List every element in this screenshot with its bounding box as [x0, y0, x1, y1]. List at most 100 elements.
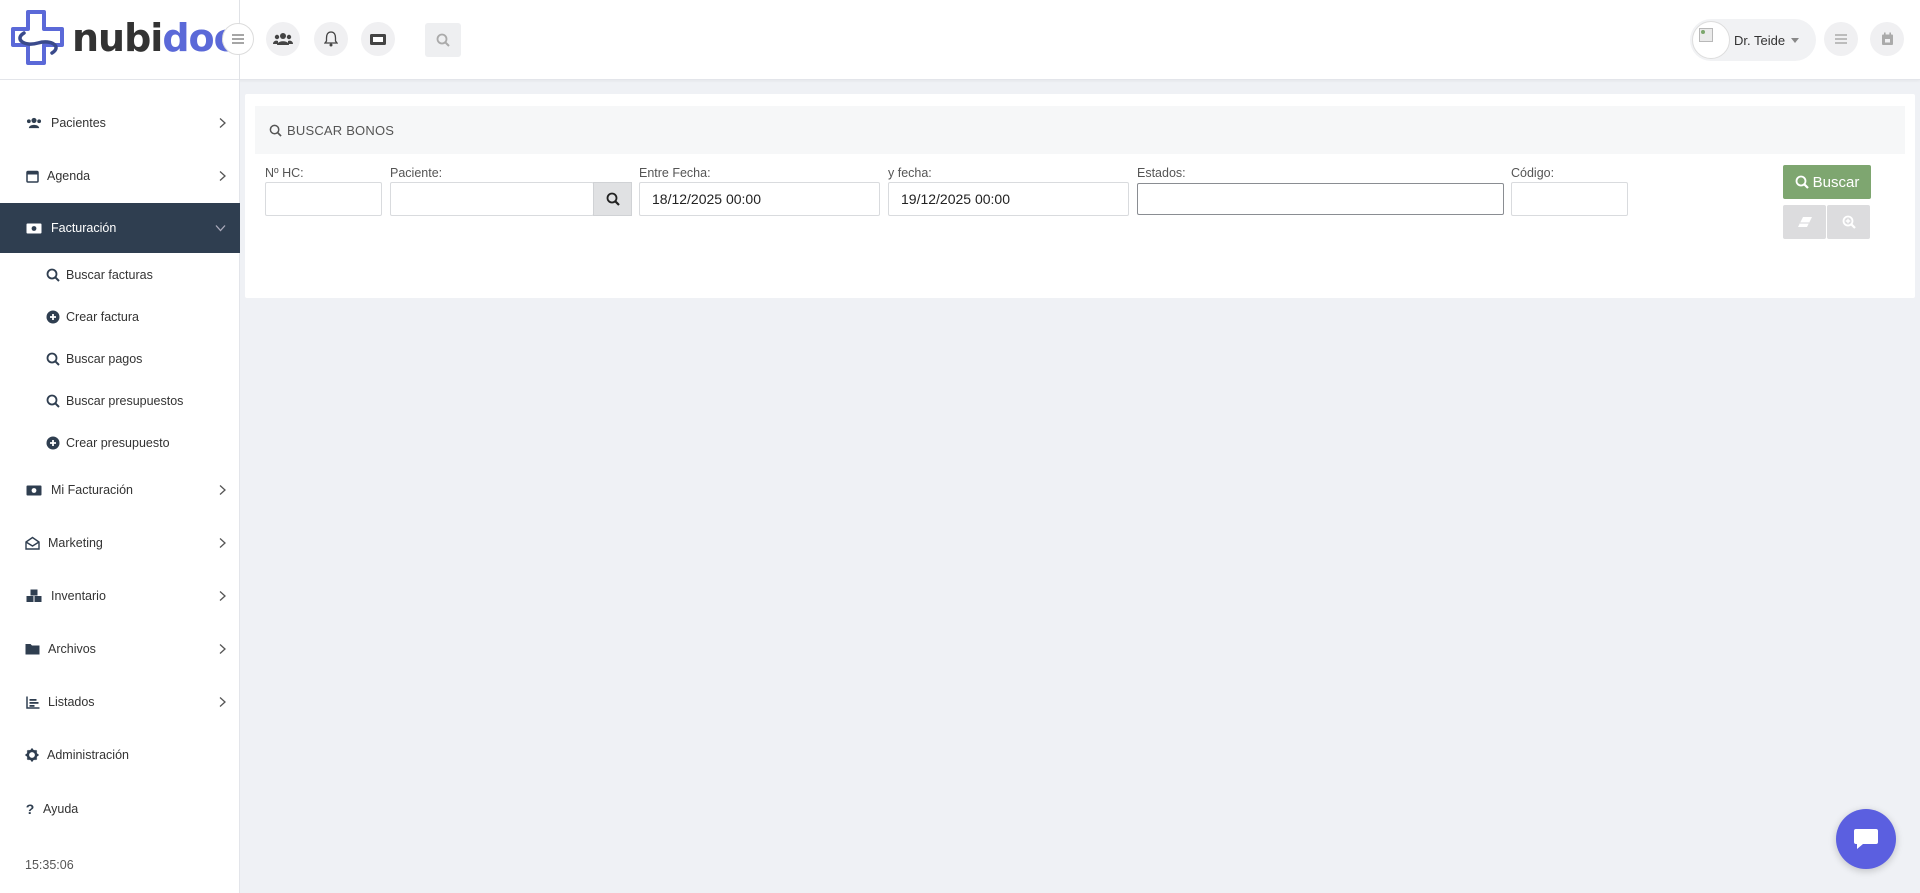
sidebar-item-label: Agenda: [47, 169, 91, 183]
sidebar-item-label: Marketing: [48, 536, 103, 550]
calendar-icon: [1881, 32, 1893, 45]
subitem-buscar-presupuestos[interactable]: Buscar presupuestos: [0, 386, 240, 416]
sidebar-item-listados[interactable]: Listados: [0, 682, 240, 722]
user-name: Dr. Teide: [1734, 32, 1786, 48]
sidebar: Pacientes Agenda Facturación Buscar fact…: [0, 80, 240, 893]
sidebar-item-pacientes[interactable]: Pacientes: [0, 103, 240, 143]
avatar: [1692, 21, 1730, 59]
logo-cross-icon: [11, 10, 64, 65]
fecha-hasta-input[interactable]: [888, 182, 1129, 216]
users-icon: [26, 117, 42, 129]
chart-icon: [25, 696, 39, 709]
subitem-buscar-pagos[interactable]: Buscar pagos: [0, 344, 240, 374]
fecha-hasta-label: y fecha:: [888, 166, 932, 180]
sidebar-item-label: Inventario: [51, 589, 106, 603]
user-menu[interactable]: Dr. Teide: [1690, 19, 1816, 61]
sidebar-item-administracion[interactable]: Administración: [0, 735, 240, 775]
sidebar-item-label: Pacientes: [51, 116, 106, 130]
subitem-label: Crear factura: [66, 310, 139, 324]
top-header: nubidoc Dr. Teide: [0, 0, 1920, 80]
codigo-label: Código:: [1511, 166, 1555, 180]
fecha-desde-input[interactable]: [639, 182, 880, 216]
search-plus-icon: [1842, 215, 1856, 229]
plus-circle-icon: [46, 436, 60, 450]
ticket-icon: [370, 33, 386, 45]
sidebar-item-label: Ayuda: [43, 802, 79, 816]
search-icon: [46, 268, 60, 282]
calendar-button[interactable]: [1870, 22, 1904, 56]
notifications-button[interactable]: [314, 22, 348, 56]
users-icon: [273, 33, 293, 45]
logo-text: nubidoc: [72, 16, 236, 60]
list-button[interactable]: [1824, 22, 1858, 56]
gear-icon: [25, 748, 39, 762]
money-icon: [26, 485, 42, 495]
sidebar-item-label: Archivos: [48, 642, 96, 656]
paciente-input[interactable]: [390, 182, 594, 216]
search-icon: [46, 352, 60, 366]
estados-input[interactable]: [1137, 183, 1504, 215]
panel-title: BUSCAR BONOS: [287, 122, 395, 138]
advanced-search-button[interactable]: [1827, 205, 1870, 239]
question-icon: ?: [25, 801, 35, 817]
hc-input[interactable]: [265, 182, 382, 216]
sidebar-item-ayuda[interactable]: ? Ayuda: [0, 789, 240, 829]
chevron-right-icon: [219, 485, 226, 495]
sidebar-toggle-button[interactable]: [222, 23, 254, 55]
paciente-search-button[interactable]: [593, 182, 632, 216]
search-bonos-panel: BUSCAR BONOS Nº HC: Paciente: Entre Fech…: [245, 94, 1915, 298]
search-icon: [269, 124, 282, 137]
cubes-icon: [26, 589, 42, 602]
sidebar-item-archivos[interactable]: Archivos: [0, 629, 240, 669]
clock: 15:35:06: [25, 858, 74, 872]
chevron-down-icon: [1791, 37, 1800, 43]
sidebar-item-label: Listados: [48, 695, 95, 709]
chat-icon: [1854, 829, 1878, 849]
chevron-down-icon: [215, 225, 226, 232]
sidebar-item-mi-facturacion[interactable]: Mi Facturación: [0, 470, 240, 510]
menu-icon: [232, 34, 244, 44]
eraser-icon: [1797, 217, 1812, 227]
buscar-label: Buscar: [1812, 173, 1860, 191]
buscar-button[interactable]: Buscar: [1783, 165, 1871, 199]
list-icon: [1835, 34, 1847, 44]
subitem-crear-presupuesto[interactable]: Crear presupuesto: [0, 428, 240, 458]
patients-quick-button[interactable]: [266, 22, 300, 56]
subitem-buscar-facturas[interactable]: Buscar facturas: [0, 260, 240, 290]
chat-button[interactable]: [1836, 809, 1896, 869]
chevron-right-icon: [219, 591, 226, 601]
chevron-right-icon: [219, 118, 226, 128]
global-search-button[interactable]: [425, 23, 461, 57]
subitem-crear-factura[interactable]: Crear factura: [0, 302, 240, 332]
chevron-right-icon: [219, 171, 226, 181]
sidebar-item-marketing[interactable]: Marketing: [0, 523, 240, 563]
search-icon: [436, 33, 450, 47]
chevron-right-icon: [219, 644, 226, 654]
search-icon: [46, 394, 60, 408]
subitem-label: Buscar facturas: [66, 268, 153, 282]
search-icon: [1795, 175, 1809, 189]
paciente-label: Paciente:: [390, 166, 443, 180]
chevron-right-icon: [219, 538, 226, 548]
sidebar-item-inventario[interactable]: Inventario: [0, 576, 240, 616]
subitem-label: Buscar presupuestos: [66, 394, 184, 408]
codigo-input[interactable]: [1511, 182, 1628, 216]
plus-circle-icon: [46, 310, 60, 324]
sidebar-item-label: Mi Facturación: [51, 483, 133, 497]
app-logo[interactable]: nubidoc: [10, 8, 236, 68]
chevron-right-icon: [219, 697, 226, 707]
fecha-desde-label: Entre Fecha:: [639, 166, 711, 180]
envelope-open-icon: [25, 536, 40, 550]
sidebar-item-label: Administración: [47, 748, 129, 762]
clear-button[interactable]: [1783, 205, 1826, 239]
subitem-label: Crear presupuesto: [66, 436, 170, 450]
sidebar-item-label: Facturación: [51, 221, 117, 235]
money-icon: [26, 223, 42, 233]
estados-label: Estados:: [1137, 166, 1186, 180]
tickets-button[interactable]: [361, 22, 395, 56]
sidebar-item-agenda[interactable]: Agenda: [0, 156, 240, 196]
sidebar-item-facturacion[interactable]: Facturación: [0, 203, 240, 253]
folder-icon: [25, 644, 40, 655]
calendar-icon: [25, 170, 39, 183]
subitem-label: Buscar pagos: [66, 352, 143, 366]
